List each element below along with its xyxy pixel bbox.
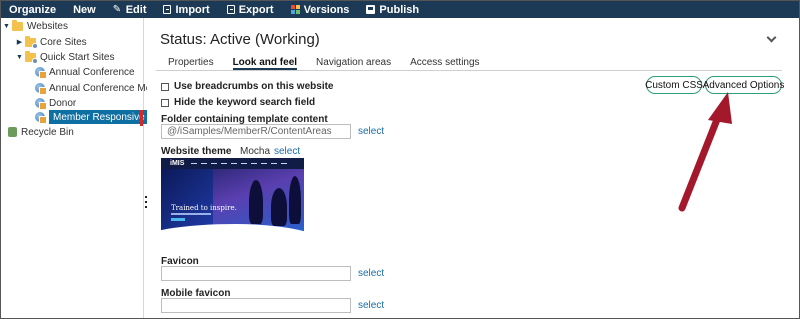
favicon-input[interactable] [161, 266, 351, 281]
collapsed-triangle-icon[interactable]: ▶ [16, 38, 23, 46]
tree-label-recycle: Recycle Bin [21, 126, 74, 138]
new-button[interactable]: New [73, 4, 96, 16]
edit-button[interactable]: ✎ Edit [113, 4, 147, 16]
tree-item-donor[interactable]: Donor [35, 96, 76, 110]
theme-select-link[interactable]: select [274, 146, 300, 157]
mobile-favicon-input[interactable] [161, 298, 351, 313]
versions-label: Versions [303, 3, 350, 16]
website-icon [35, 98, 47, 110]
organize-label: Organize [9, 3, 57, 16]
tree-label-site: Annual Conference [49, 66, 135, 78]
tab-properties[interactable]: Properties [168, 55, 214, 70]
expanded-triangle-icon[interactable]: ▼ [16, 54, 23, 61]
export-button[interactable]: Export [226, 3, 274, 16]
versions-icon [290, 5, 300, 14]
top-toolbar: Organize New ✎ Edit Import Export Versio… [1, 1, 799, 18]
publish-button[interactable]: Publish [366, 4, 419, 16]
theme-label: Website theme [161, 146, 232, 157]
edit-label: Edit [125, 3, 147, 16]
tree-item-member-responsive[interactable]: Member Responsive [35, 110, 149, 124]
annotation-arrow [678, 92, 732, 212]
chevron-down-icon[interactable] [767, 34, 777, 44]
mobile-favicon-select-link[interactable]: select [358, 300, 384, 311]
pencil-icon: ✎ [112, 4, 122, 15]
import-label: Import [175, 3, 210, 16]
tree-item-annual-conference[interactable]: Annual Conference [35, 65, 135, 79]
publish-label: Publish [379, 3, 420, 16]
tree-label-quick-start: Quick Start Sites [40, 51, 115, 63]
theme-thumbnail: iMIS Trained to inspire. [161, 158, 304, 242]
publish-icon [366, 5, 376, 14]
folder-icon [12, 19, 23, 31]
tab-look-and-feel[interactable]: Look and feel [232, 55, 298, 70]
favicon-select-link[interactable]: select [358, 268, 384, 279]
theme-value: Mocha [240, 146, 271, 157]
selection-marker [140, 110, 143, 126]
tab-bar: Properties Look and feel Navigation area… [156, 55, 782, 71]
hide-search-checkbox[interactable] [161, 98, 169, 107]
recycle-bin-icon [8, 127, 17, 137]
export-label: Export [238, 3, 274, 16]
tree-label-core-sites: Core Sites [40, 36, 87, 48]
folder-gear-icon [25, 50, 38, 64]
tree-label-selected-site: Member Responsive [49, 110, 149, 124]
website-icon [35, 83, 47, 95]
tree-label-site: Donor [49, 97, 77, 109]
tree-label-websites: Websites [27, 20, 68, 32]
tree-item-core-sites[interactable]: ▶ Core Sites [16, 35, 87, 49]
import-button[interactable]: Import [163, 3, 210, 16]
expanded-triangle-icon[interactable]: ▼ [3, 23, 10, 30]
hide-search-option[interactable]: Hide the keyword search field [161, 97, 315, 108]
versions-button[interactable]: Versions [290, 3, 350, 16]
export-icon [226, 5, 235, 14]
website-icon [35, 67, 47, 79]
page-title: Status: Active (Working) [160, 31, 320, 48]
folder-gear-icon [25, 35, 38, 49]
folder-input[interactable]: @/iSamples/MemberR/ContentAreas [161, 124, 351, 139]
site-tree: ▼ Websites ▶ Core Sites ▼ Quick Start Si… [1, 18, 167, 318]
tree-item-websites[interactable]: ▼ Websites [3, 19, 68, 33]
tab-access-settings[interactable]: Access settings [410, 55, 479, 70]
folder-select-link[interactable]: select [358, 126, 384, 137]
breadcrumbs-label: Use breadcrumbs on this website [174, 81, 334, 92]
thumbnail-tagline: Trained to inspire. [171, 204, 237, 212]
thumbnail-brand: iMIS [170, 160, 185, 167]
new-label: New [73, 3, 96, 16]
hide-search-label: Hide the keyword search field [174, 97, 316, 108]
website-icon [35, 112, 47, 124]
import-icon [163, 5, 172, 14]
organize-button[interactable]: Organize [9, 4, 56, 16]
tree-item-recycle-bin[interactable]: Recycle Bin [8, 125, 74, 139]
breadcrumbs-checkbox[interactable] [161, 82, 169, 91]
tree-item-quick-start-sites[interactable]: ▼ Quick Start Sites [16, 50, 114, 64]
tab-navigation-areas[interactable]: Navigation areas [316, 55, 391, 70]
breadcrumbs-option[interactable]: Use breadcrumbs on this website [161, 81, 334, 92]
